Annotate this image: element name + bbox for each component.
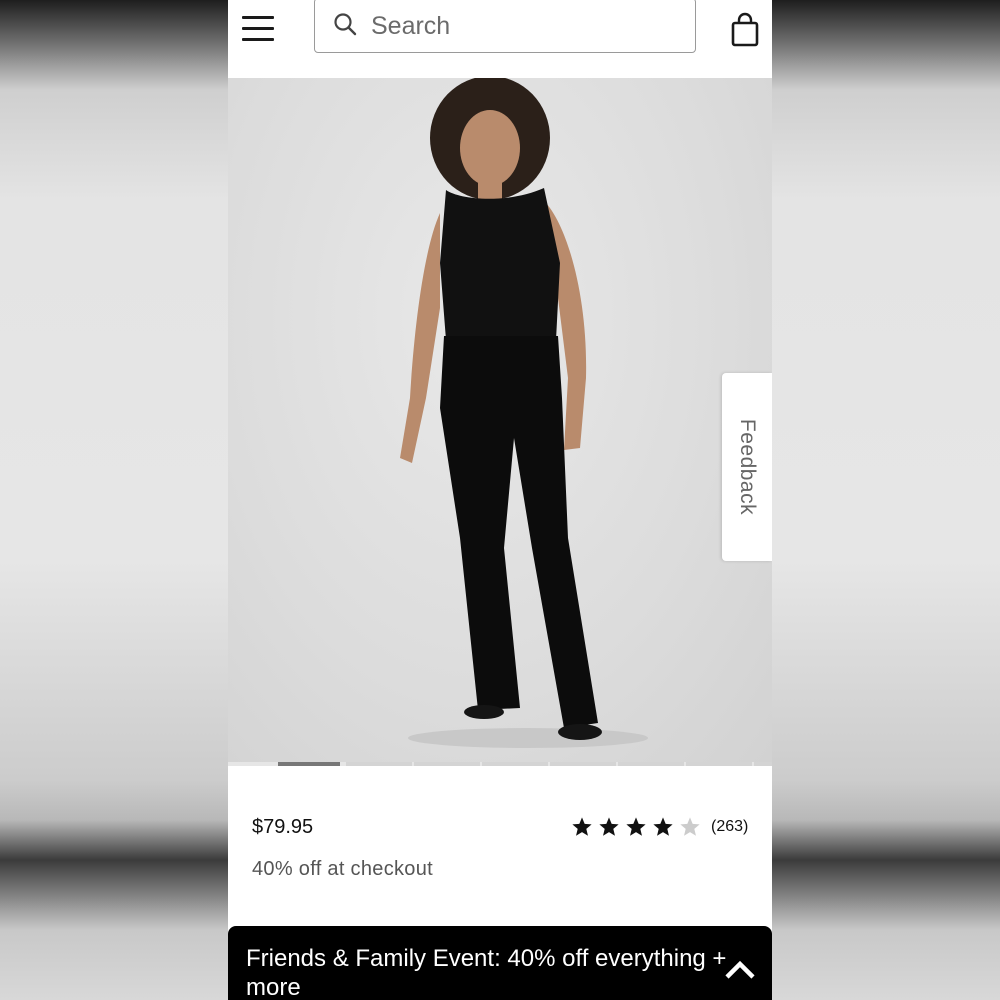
blurred-backdrop-left (0, 0, 228, 1000)
promo-banner-text: Friends & Family Event: 40% off everythi… (246, 945, 727, 1000)
blurred-backdrop-right (772, 0, 1000, 1000)
product-image[interactable] (228, 78, 772, 762)
carousel-dot[interactable] (618, 762, 684, 766)
feedback-tab[interactable]: Feedback (722, 373, 772, 561)
carousel-dot[interactable] (686, 762, 752, 766)
search-input[interactable] (369, 9, 673, 43)
carousel-dot[interactable] (482, 762, 548, 766)
star-filled-icon (599, 817, 619, 836)
rating-summary[interactable]: (263) (571, 812, 748, 842)
hamburger-menu-icon[interactable] (242, 14, 274, 44)
shopping-bag-icon[interactable] (730, 12, 760, 48)
carousel-dot[interactable] (278, 762, 340, 766)
star-filled-icon (653, 817, 673, 836)
star-empty-icon (680, 817, 700, 836)
search-icon (334, 13, 357, 36)
carousel-dot[interactable] (754, 762, 772, 766)
star-filled-icon (572, 817, 592, 836)
search-box[interactable] (314, 0, 696, 53)
model-illustration (400, 78, 648, 748)
promo-banner[interactable]: Friends & Family Event: 40% off everythi… (228, 926, 772, 1000)
site-header (228, 0, 772, 78)
product-price: $79.95 (252, 816, 314, 838)
mobile-page: Feedback $79.95 40% off at checkout (263… (228, 0, 772, 1000)
carousel-dot[interactable] (414, 762, 480, 766)
review-count: (263) (711, 818, 749, 835)
carousel-dot[interactable] (550, 762, 616, 766)
chevron-up-icon[interactable] (724, 960, 756, 980)
feedback-label: Feedback (736, 418, 759, 516)
star-filled-icon (626, 817, 646, 836)
image-carousel-indicator (228, 762, 772, 766)
promo-text: 40% off at checkout (252, 858, 434, 880)
carousel-dot[interactable] (346, 762, 412, 766)
